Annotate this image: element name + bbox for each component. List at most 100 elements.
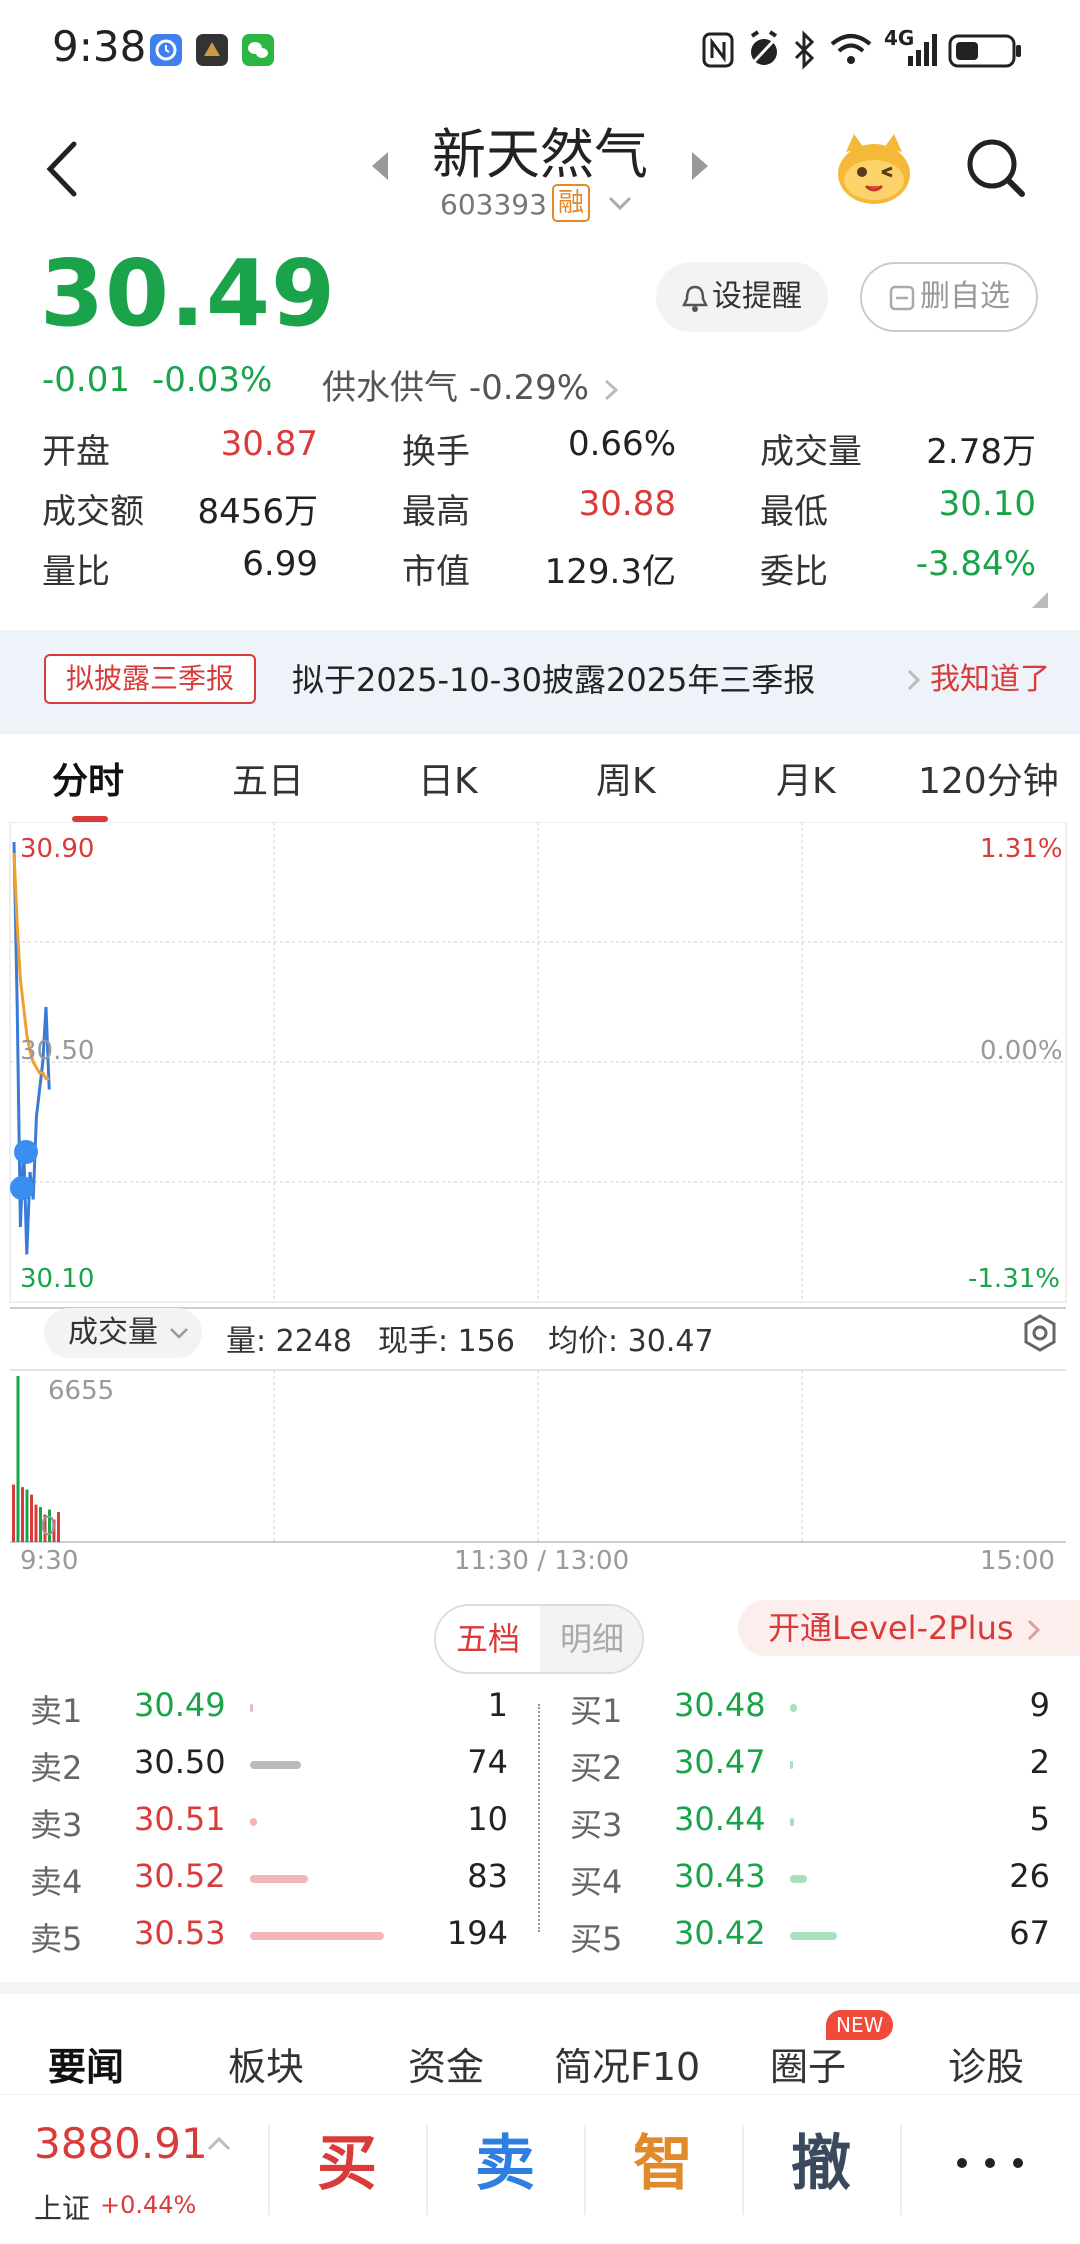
back-icon[interactable] (36, 134, 86, 204)
tab-120-min[interactable]: 120分钟 (918, 752, 1059, 804)
sell-level-volume: 1 (487, 1686, 508, 1724)
buy-level-volume: 5 (1029, 1800, 1050, 1838)
new-badge: NEW (826, 2010, 894, 2040)
tab-monthly-k[interactable]: 月K (776, 752, 836, 804)
sector-name: 供水供气 (322, 368, 458, 408)
volume-bar (57, 1512, 60, 1542)
stat-value: 6.99 (242, 544, 318, 584)
buy-level-price[interactable]: 30.44 (674, 1800, 766, 1838)
tab-daily-k[interactable]: 日K (418, 752, 478, 804)
banner-text: 拟于2025-10-30披露2025年三季报 (292, 661, 816, 699)
next-stock-icon[interactable] (686, 146, 714, 186)
price-change: -0.01 (42, 360, 130, 400)
volume-bar (25, 1489, 29, 1542)
stat-label: 开盘 (42, 432, 110, 472)
tab-sector[interactable]: 板块 (228, 2036, 304, 2091)
stat-label: 量比 (42, 552, 110, 592)
wechat-icon (242, 34, 274, 66)
more-icon[interactable] (950, 2151, 1030, 2175)
volume-bar (12, 1484, 15, 1542)
buy-button[interactable]: 买 (272, 2115, 422, 2202)
minus-box-icon (889, 285, 915, 310)
buy-level-label: 买1 (570, 1692, 623, 1730)
avg-price-readout: 均价: 30.47 (548, 1324, 714, 1359)
tab-intraday[interactable]: 分时 (52, 752, 124, 804)
sell-level-volume: 10 (467, 1800, 508, 1838)
buy-level-volume: 67 (1009, 1914, 1050, 1952)
stat-label: 成交额 (42, 492, 144, 532)
chevron-right-icon (604, 379, 619, 400)
time-axis-start: 9:30 (20, 1546, 79, 1576)
stat-label: 委比 (760, 552, 828, 592)
indicator-selector[interactable]: 成交量 (44, 1308, 202, 1358)
chevron-down-icon[interactable] (606, 192, 634, 216)
intraday-chart[interactable]: 30.90 30.50 30.10 1.31% 0.00% -1.31% 成交量… (0, 822, 1080, 1582)
volume-readout: 量: 2248 (226, 1324, 352, 1359)
tab-weekly-k[interactable]: 周K (596, 752, 656, 804)
sell-level-price[interactable]: 30.49 (134, 1686, 226, 1724)
current-price: 30.49 (40, 240, 337, 347)
sell-level-volume: 74 (467, 1743, 508, 1781)
sell-level-price[interactable]: 30.53 (134, 1914, 226, 1952)
tab-news[interactable]: 要闻 (48, 2036, 124, 2091)
cancel-order-button[interactable]: 撤 (746, 2115, 896, 2202)
sell-volume-bar (250, 1761, 301, 1769)
settings-hexagon-icon[interactable] (1020, 1312, 1060, 1356)
bell-icon (681, 285, 709, 312)
sell-level-price[interactable]: 30.50 (134, 1743, 226, 1781)
level2-upgrade-label: 开通Level-2Plus (768, 1609, 1014, 1647)
sell-button[interactable]: 卖 (430, 2115, 580, 2202)
buy-level-price[interactable]: 30.48 (674, 1686, 766, 1724)
tab-five-day[interactable]: 五日 (232, 752, 304, 804)
mascot-icon[interactable] (834, 128, 914, 208)
index-ticker[interactable]: 3880.91 上证 +0.44% (30, 2113, 260, 2233)
search-icon[interactable] (964, 136, 1028, 200)
sell-level-price[interactable]: 30.51 (134, 1800, 226, 1838)
buy-level-price[interactable]: 30.42 (674, 1914, 766, 1952)
stat-value: 8456万 (197, 492, 318, 532)
order-book-divider (538, 1704, 540, 1932)
signal-icon (908, 34, 937, 66)
chevron-down-icon (169, 1327, 188, 1339)
smart-button[interactable]: 智 (588, 2115, 738, 2202)
status-time: 9:38 (52, 22, 147, 71)
level2-upgrade-link[interactable]: 开通Level-2Plus (738, 1600, 1080, 1656)
stat-value: -3.84% (915, 544, 1036, 584)
pct-axis-top: 1.31% (980, 834, 1063, 864)
chevron-right-icon (907, 669, 921, 691)
stat-value: 30.88 (578, 484, 676, 524)
price-axis-bottom: 30.10 (20, 1264, 95, 1294)
disclosure-banner[interactable]: 拟披露三季报 拟于2025-10-30披露2025年三季报 我知道了 (0, 630, 1080, 734)
stat-value: 2.78万 (926, 432, 1036, 472)
sell-level-price[interactable]: 30.52 (134, 1857, 226, 1895)
clock-app-icon (150, 34, 182, 66)
volume-bar (21, 1487, 24, 1542)
wifi-icon (830, 34, 872, 64)
tab-f10[interactable]: 简况F10 (554, 2036, 700, 2091)
section-divider (0, 1982, 1080, 1994)
sector-link[interactable]: 供水供气 -0.29% (322, 360, 624, 409)
buy-level-price[interactable]: 30.47 (674, 1743, 766, 1781)
buy-level-label: 买2 (570, 1749, 623, 1787)
price-axis-mid: 30.50 (20, 1036, 95, 1066)
sell-level-volume: 194 (446, 1914, 508, 1952)
separator (900, 2125, 902, 2215)
remove-watchlist-button[interactable]: 删自选 (860, 262, 1038, 332)
set-alert-label: 设提醒 (712, 279, 802, 314)
tab-community[interactable]: 圈子 (770, 2036, 846, 2091)
expand-corner-icon[interactable] (1030, 590, 1050, 610)
tab-funds[interactable]: 资金 (408, 2036, 484, 2091)
banner-dismiss-button[interactable]: 我知道了 (930, 654, 1050, 706)
buy-volume-bar (790, 1875, 808, 1883)
buy-level-price[interactable]: 30.43 (674, 1857, 766, 1895)
tab-diagnosis[interactable]: 诊股 (948, 2036, 1024, 2091)
indicator-selector-label: 成交量 (68, 1315, 158, 1350)
stat-label: 最高 (402, 492, 470, 532)
sell-volume-bar (250, 1818, 257, 1826)
set-alert-button[interactable]: 设提醒 (656, 262, 828, 332)
event-marker (10, 1176, 34, 1200)
tab-details[interactable]: 明细 (540, 1606, 642, 1672)
tab-five-levels[interactable]: 五档 (436, 1606, 540, 1672)
pct-axis-mid: 0.00% (980, 1036, 1063, 1066)
stock-code: 603393 (440, 188, 547, 221)
